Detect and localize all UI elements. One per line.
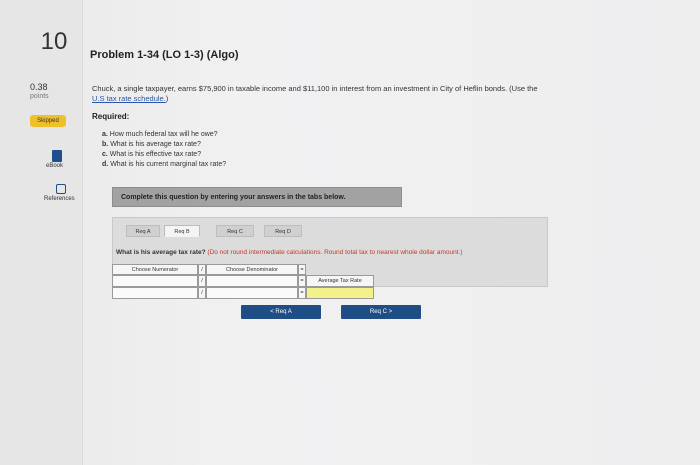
numerator-header: Choose Numerator (112, 264, 198, 275)
problem-description: Chuck, a single taxpayer, earns $75,900 … (92, 84, 652, 104)
denominator-select[interactable] (206, 275, 298, 287)
screen: 10 0.38 points Skipped eBook References … (0, 0, 700, 465)
requirement-a: a. How much federal tax will he owe? (102, 131, 218, 138)
book-icon[interactable] (52, 150, 62, 162)
question-instruction: What is his average tax rate? (Do not ro… (116, 249, 463, 256)
tab-req-c[interactable]: Req C (216, 225, 254, 237)
tab-req-d[interactable]: Req D (264, 225, 302, 237)
references-icon[interactable] (56, 184, 66, 194)
requirements-list: a. How much federal tax will he owe? b. … (102, 130, 226, 170)
average-tax-rate-calc: Choose Numerator / Choose Denominator = … (112, 264, 374, 300)
divide-symbol-row2: / (198, 287, 206, 299)
rounding-note: (Do not round intermediate calculations.… (207, 249, 463, 256)
average-tax-rate-input[interactable] (306, 287, 374, 299)
divide-symbol-row1: / (198, 275, 206, 287)
left-rail (0, 0, 83, 465)
instructions-banner: Complete this question by entering your … (112, 187, 402, 207)
prev-req-button[interactable]: < Req A (241, 305, 321, 319)
required-heading: Required: (92, 112, 130, 121)
numerator-select[interactable] (112, 275, 198, 287)
tab-req-b[interactable]: Req B (164, 225, 200, 237)
points-value: 0.38 (30, 82, 48, 92)
status-badge: Skipped (30, 115, 66, 127)
requirement-c: c. What is his effective tax rate? (102, 151, 202, 158)
equals-symbol: = (298, 264, 306, 275)
requirement-b: b. What is his average tax rate? (102, 141, 201, 148)
problem-title: Problem 1-34 (LO 1-3) (Algo) (90, 49, 239, 61)
equals-symbol-row1: = (298, 275, 306, 287)
question-text: What is his average tax rate? (116, 249, 206, 256)
tab-req-a[interactable]: Req A (126, 225, 160, 237)
denominator-input[interactable] (206, 287, 298, 299)
result-label: Average Tax Rate (306, 275, 374, 287)
requirement-d: d. What is his current marginal tax rate… (102, 161, 227, 168)
question-number: 10 (40, 28, 68, 55)
description-suffix: ) (165, 94, 169, 103)
numerator-input[interactable] (112, 287, 198, 299)
references-link[interactable]: References (44, 196, 75, 202)
divide-symbol: / (198, 264, 206, 275)
denominator-header: Choose Denominator (206, 264, 298, 275)
tax-rate-schedule-link[interactable]: U.S tax rate schedule. (92, 94, 166, 103)
equals-symbol-row2: = (298, 287, 306, 299)
points-label: points (30, 93, 49, 100)
ebook-link[interactable]: eBook (46, 163, 63, 169)
next-req-button[interactable]: Req C > (341, 305, 421, 319)
description-text: Chuck, a single taxpayer, earns $75,900 … (92, 84, 538, 93)
